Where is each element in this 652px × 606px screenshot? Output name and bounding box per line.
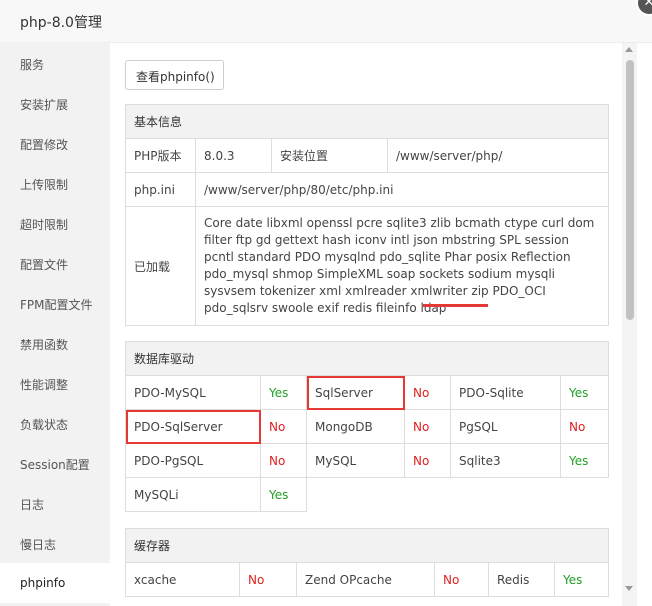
cache-header: 缓存器 xyxy=(124,528,610,563)
sidebar-item-label: 配置修改 xyxy=(20,138,69,152)
view-phpinfo-button[interactable]: 查看phpinfo() xyxy=(125,60,224,90)
scroll-up-icon[interactable] xyxy=(625,47,633,52)
phpini-label: php.ini xyxy=(125,172,196,207)
sidebar-item-label: 日志 xyxy=(20,498,45,512)
driver-name: PDO-Sqlite xyxy=(450,375,561,410)
loaded-extension-highlight: pdo_sqlsrv xyxy=(204,301,269,315)
driver-name: PDO-MySQL xyxy=(125,375,261,410)
sidebar-item-label: 负载状态 xyxy=(20,418,69,432)
cache-status: No xyxy=(239,562,297,597)
driver-status: No xyxy=(260,409,307,444)
sidebar-item-upload-limit[interactable]: 上传限制 xyxy=(0,163,110,203)
driver-name: PDO-PgSQL xyxy=(125,443,261,478)
php-version-value: 8.0.3 xyxy=(195,138,272,173)
driver-name: PgSQL xyxy=(450,409,561,444)
sidebar-item-label: 安装扩展 xyxy=(20,98,69,112)
driver-status: Yes xyxy=(260,375,307,410)
title-bar: php-8.0管理 xyxy=(0,0,652,43)
basic-info-header: 基本信息 xyxy=(124,104,610,139)
driver-status: No xyxy=(404,409,451,444)
sidebar-item-label: Session配置 xyxy=(20,458,90,472)
main-content: 查看phpinfo() 基本信息 PHP版本 8.0.3 安装位置 /www/s… xyxy=(110,43,622,606)
install-location-value: /www/server/php/ xyxy=(386,138,610,173)
loaded-extensions: Core date libxml openssl pcre sqlite3 zl… xyxy=(194,206,610,326)
view-phpinfo-label: 查看phpinfo() xyxy=(136,70,215,84)
sidebar-item-session-config[interactable]: Session配置 xyxy=(0,443,110,483)
sidebar-item-disabled-functions[interactable]: 禁用函数 xyxy=(0,323,110,363)
driver-status: No xyxy=(260,443,307,478)
sidebar-item-label: 慢日志 xyxy=(20,538,57,552)
scrollbar-thumb[interactable] xyxy=(626,60,634,320)
php-manager-window: php-8.0管理 ✕ 服务 安装扩展 配置修改 上传限制 超时限制 配置文件 … xyxy=(0,0,652,606)
driver-status: Yes xyxy=(559,443,610,478)
phpini-path: /www/server/php/80/etc/php.ini xyxy=(194,172,610,207)
vertical-scrollbar[interactable] xyxy=(622,43,637,606)
driver-name: MySQLi xyxy=(125,477,261,512)
driver-status: Yes xyxy=(559,375,610,410)
driver-status: No xyxy=(404,443,451,478)
red-underline-annotation xyxy=(423,304,488,307)
sidebar-item-load-status[interactable]: 负载状态 xyxy=(0,403,110,443)
sidebar-item-timeout-limit[interactable]: 超时限制 xyxy=(0,203,110,243)
window-title: php-8.0管理 xyxy=(20,15,102,31)
sidebar-item-fpm-config[interactable]: FPM配置文件 xyxy=(0,283,110,323)
driver-name-highlighted: SqlServer xyxy=(306,375,405,410)
loaded-extensions-text: Core date libxml openssl pcre sqlite3 zl… xyxy=(204,216,595,298)
sidebar-item-service[interactable]: 服务 xyxy=(0,43,110,83)
sidebar-item-config-edit[interactable]: 配置修改 xyxy=(0,123,110,163)
driver-name: Sqlite3 xyxy=(450,443,561,478)
sidebar-item-label: 上传限制 xyxy=(20,178,69,192)
cache-status: Yes xyxy=(553,562,610,597)
sidebar-item-config-file[interactable]: 配置文件 xyxy=(0,243,110,283)
cache-name: xcache xyxy=(125,562,240,597)
sidebar-item-performance[interactable]: 性能调整 xyxy=(0,363,110,403)
loaded-extensions-text-tail: swoole exif redis fileinfo ldap xyxy=(268,301,447,315)
sidebar-item-install-extensions[interactable]: 安装扩展 xyxy=(0,83,110,123)
cache-status: No xyxy=(434,562,489,597)
basic-info-table: 基本信息 PHP版本 8.0.3 安装位置 /www/server/php/ p… xyxy=(124,104,610,326)
database-drivers-header: 数据库驱动 xyxy=(124,341,610,376)
php-version-label: PHP版本 xyxy=(125,138,196,173)
cache-name: Zend OPcache xyxy=(296,562,435,597)
sidebar-item-log[interactable]: 日志 xyxy=(0,483,110,523)
scroll-down-icon[interactable] xyxy=(625,586,633,591)
loaded-label: 已加载 xyxy=(125,206,196,326)
sidebar-item-label: 超时限制 xyxy=(20,218,69,232)
sidebar-item-label: 服务 xyxy=(20,58,45,72)
sidebar-item-label: 禁用函数 xyxy=(20,338,69,352)
install-location-label: 安装位置 xyxy=(271,138,388,173)
sidebar-item-label: 性能调整 xyxy=(20,378,69,392)
driver-name: MySQL xyxy=(306,443,405,478)
cache-name: Redis xyxy=(488,562,555,597)
driver-status: No xyxy=(404,375,451,410)
sidebar: 服务 安装扩展 配置修改 上传限制 超时限制 配置文件 FPM配置文件 禁用函数… xyxy=(0,43,110,606)
driver-name-highlighted: PDO-SqlServer xyxy=(125,409,261,444)
driver-status: No xyxy=(559,409,610,444)
cache-table: 缓存器 xcache No Zend OPcache No Redis Yes xyxy=(124,528,610,597)
driver-status: Yes xyxy=(260,477,307,512)
sidebar-item-phpinfo[interactable]: phpinfo xyxy=(0,563,110,603)
database-drivers-table: 数据库驱动 PDO-MySQL Yes SqlServer No PDO-Sql… xyxy=(124,341,610,512)
sidebar-item-label: FPM配置文件 xyxy=(20,298,93,312)
sidebar-item-slow-log[interactable]: 慢日志 xyxy=(0,523,110,563)
empty-cell xyxy=(306,477,609,512)
driver-name: MongoDB xyxy=(306,409,405,444)
sidebar-item-label: 配置文件 xyxy=(20,258,69,272)
sidebar-item-label: phpinfo xyxy=(20,576,66,590)
